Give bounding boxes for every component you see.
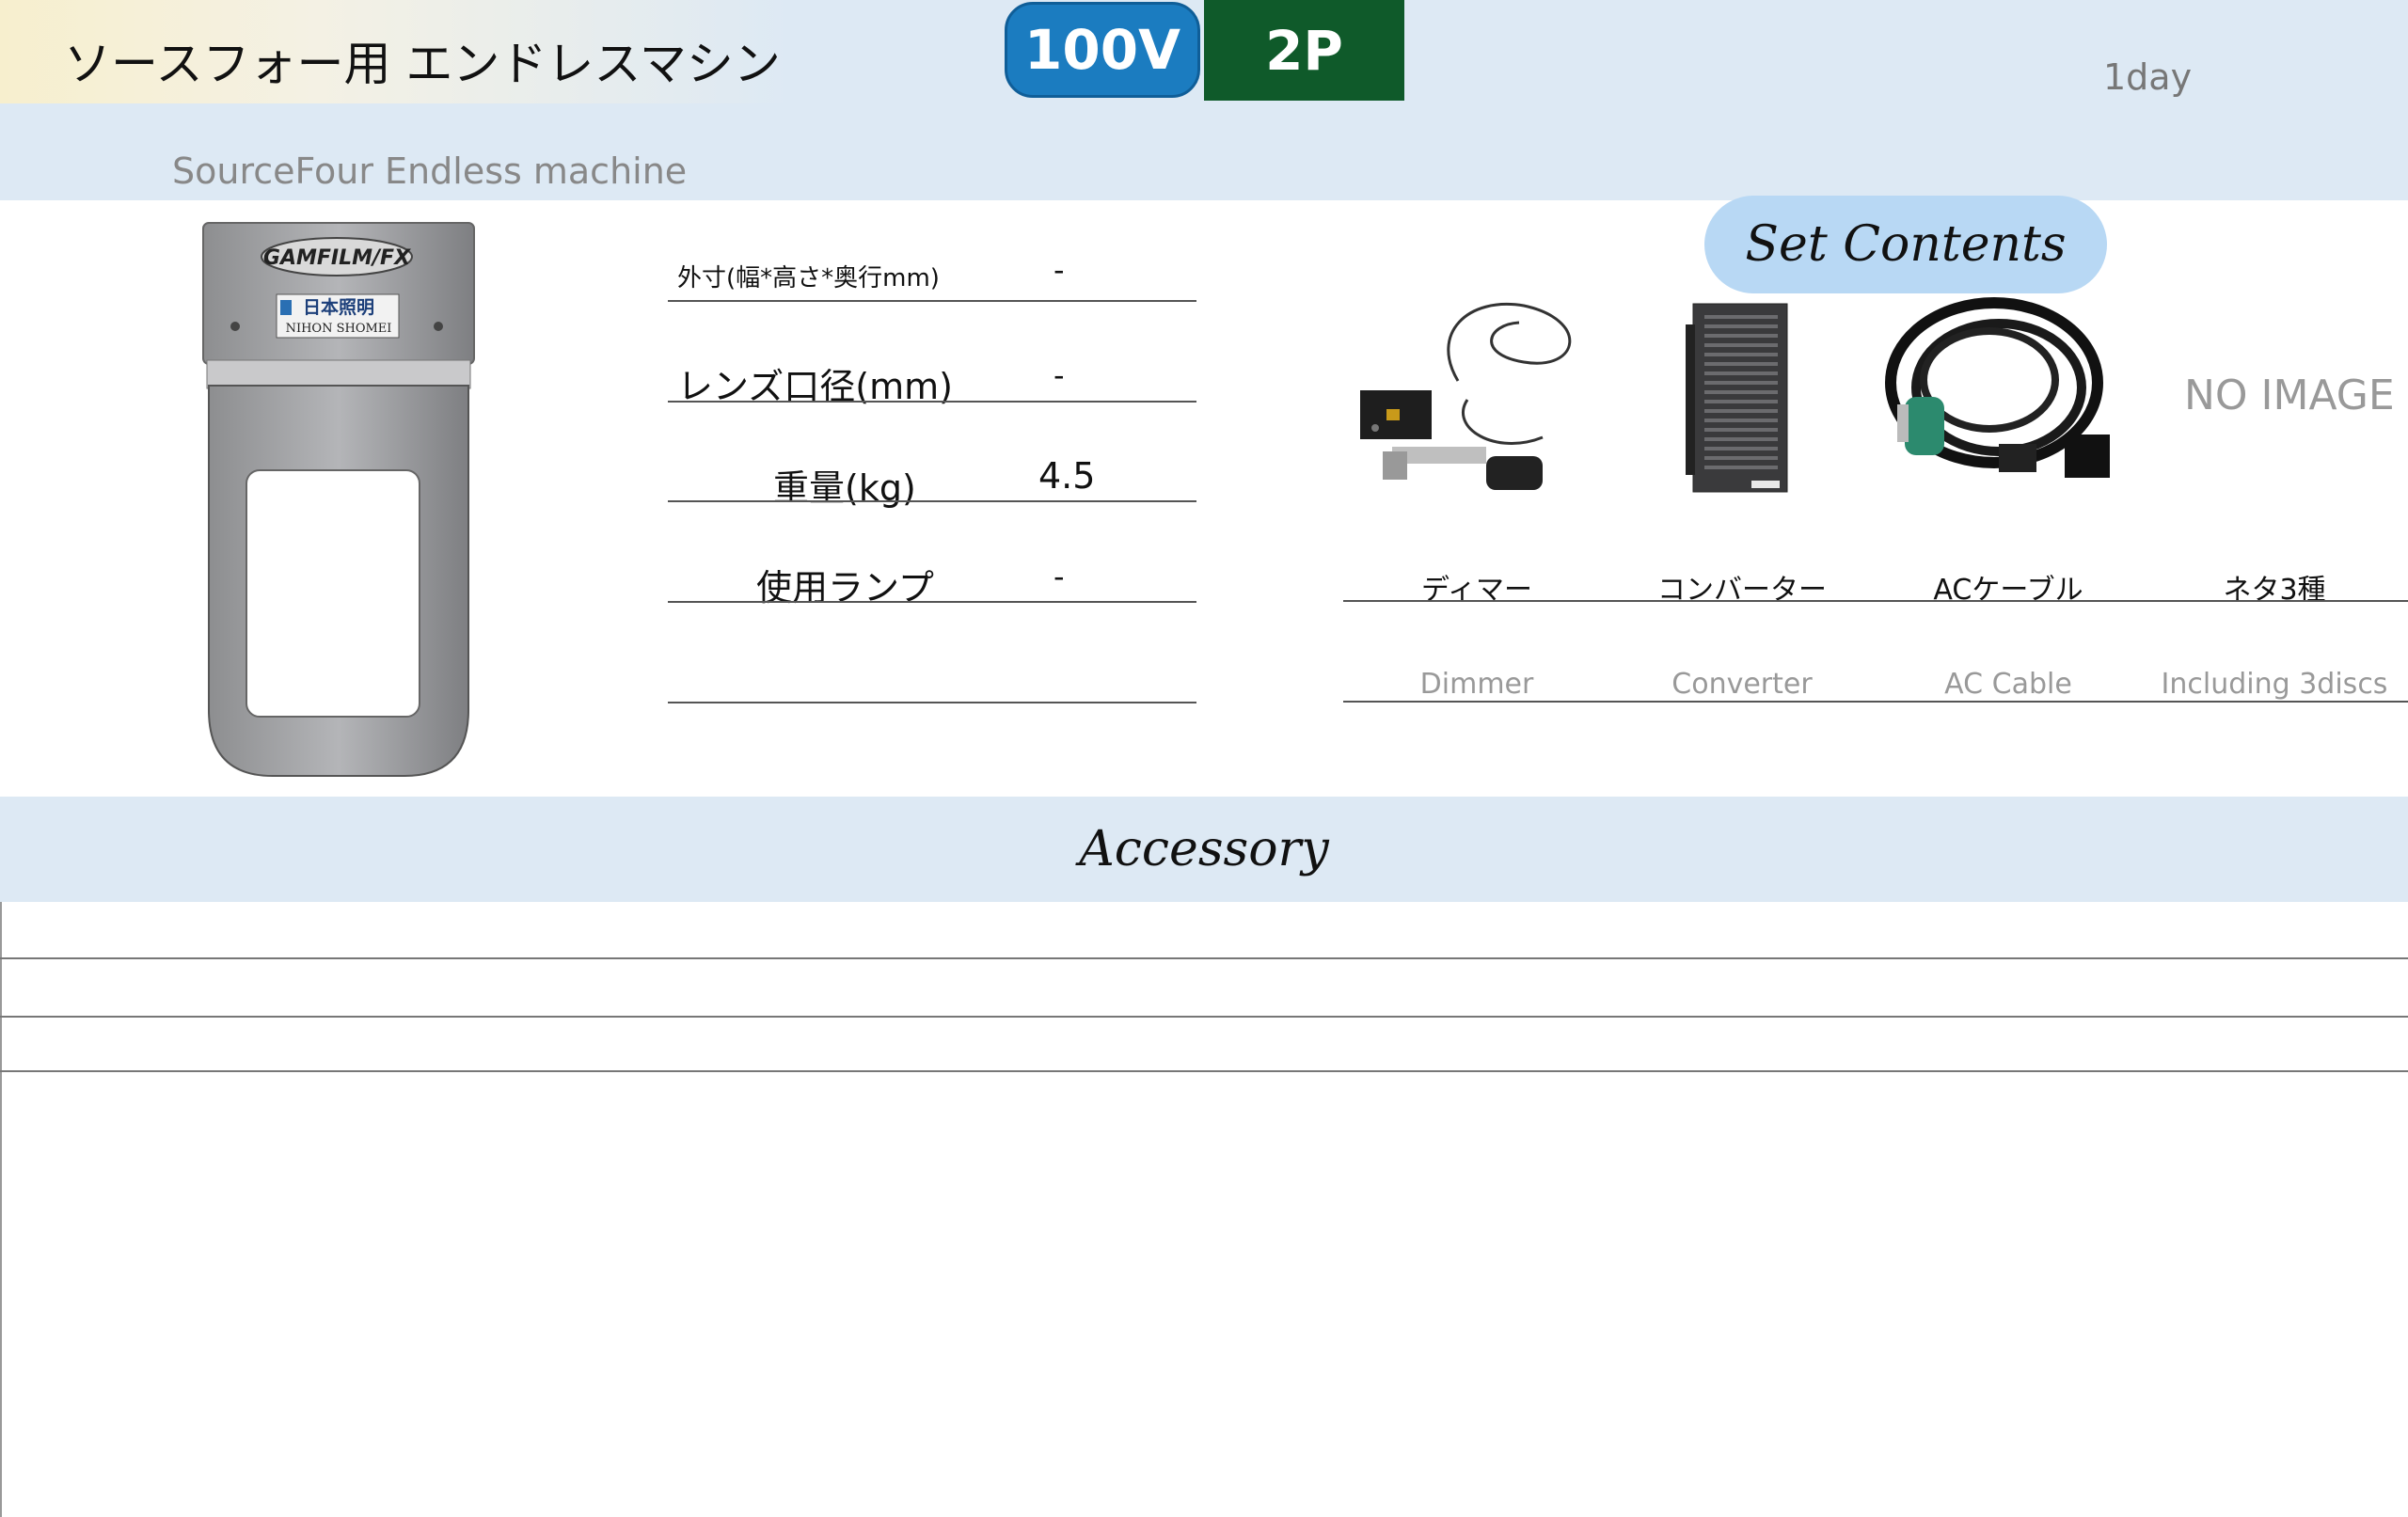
set-item-en-converter: Converter <box>1671 668 1813 701</box>
ac-cable-icon <box>1885 297 2110 478</box>
page-title: ソースフォー用 エンドレスマシン <box>64 37 781 91</box>
spec-divider <box>668 500 1196 502</box>
spec-value-weight: 4.5 <box>1038 455 1096 497</box>
spec-label-dimensions: 外寸(幅*高さ*奥行mm) <box>677 264 940 292</box>
page-subtitle: SourceFour Endless machine <box>172 150 688 192</box>
spec-divider <box>668 401 1196 403</box>
spec-value-dimensions: - <box>1054 252 1065 288</box>
rental-period: 1day <box>2103 56 2193 98</box>
set-item-en-dimmer: Dimmer <box>1419 668 1534 701</box>
accessory-border <box>0 902 2 1517</box>
plug-badge: 2P <box>1204 0 1404 101</box>
converter-icon <box>1686 303 1788 493</box>
product-photo: GAMFILM/FX 日本照明 NIHON SHOMEI <box>202 222 475 777</box>
maker-logo-en: NIHON SHOMEI <box>286 322 392 336</box>
set-contents-title: Set Contents <box>1704 196 2107 293</box>
set-item-en-ac-cable: AC Cable <box>1944 668 2072 701</box>
spec-divider <box>668 702 1196 703</box>
set-divider <box>1343 701 2408 703</box>
voltage-badge: 100V <box>1005 2 1200 98</box>
set-divider <box>1343 600 2408 602</box>
spec-value-lamp: - <box>1054 559 1065 594</box>
dimmer-icon <box>1360 303 1572 490</box>
spec-label-weight: 重量(kg) <box>773 467 916 509</box>
accessory-row-divider <box>0 1070 2408 1072</box>
accessory-row-divider <box>0 1016 2408 1018</box>
accessory-title: Accessory <box>1079 821 1329 877</box>
set-item-en-discs: Including 3discs <box>2161 668 2388 701</box>
brand-logo: GAMFILM/FX <box>263 246 411 270</box>
no-image-placeholder: NO IMAGE <box>2184 371 2395 419</box>
accessory-row-divider <box>0 957 2408 959</box>
spec-divider <box>668 300 1196 302</box>
spec-divider <box>668 601 1196 603</box>
spec-value-lens: - <box>1054 357 1065 393</box>
maker-logo-jp: 日本照明 <box>303 296 374 318</box>
